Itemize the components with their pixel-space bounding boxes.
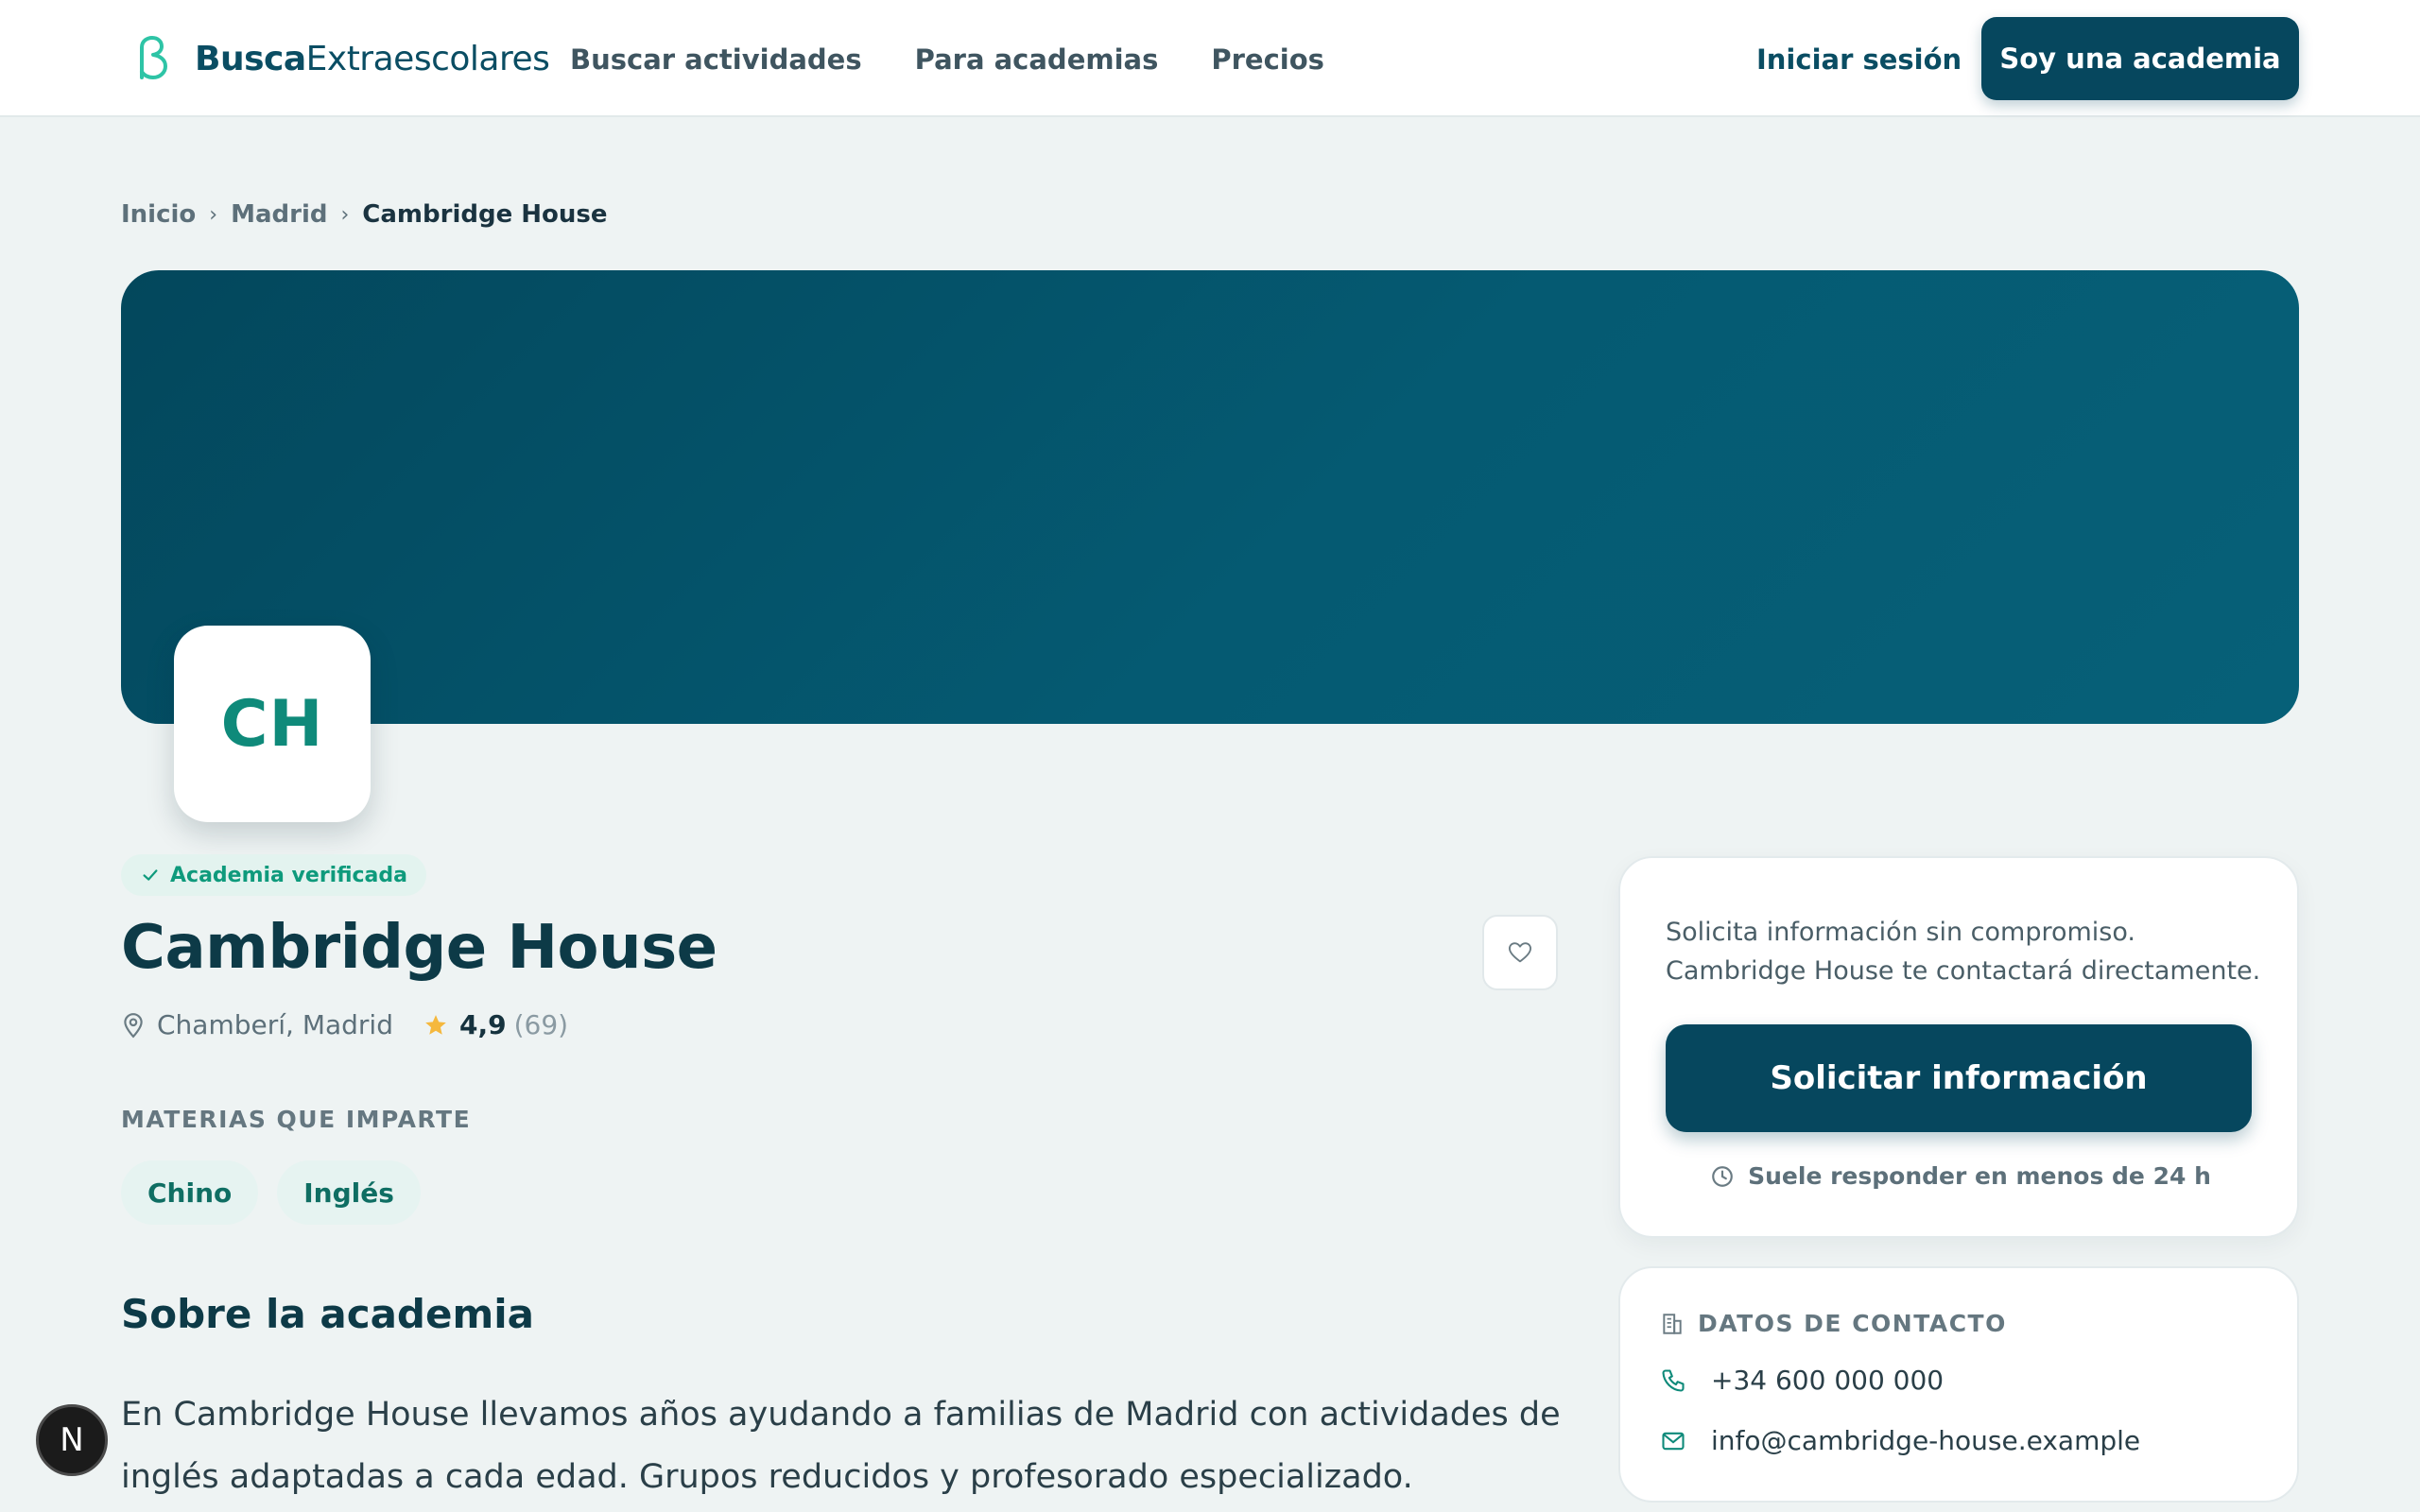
academy-title: Cambridge House	[121, 913, 717, 983]
breadcrumb-madrid[interactable]: Madrid	[231, 200, 327, 229]
contact-email-value: info@cambridge-house.example	[1711, 1425, 2141, 1456]
breadcrumb-current: Cambridge House	[362, 200, 608, 229]
about-heading: Sobre la academia	[121, 1291, 534, 1337]
phone-icon	[1662, 1368, 1685, 1392]
breadcrumb-separator-icon: ›	[209, 202, 218, 227]
academy-meta: Chamberí, Madrid 4,9 (69)	[121, 1009, 568, 1040]
contact-email[interactable]: info@cambridge-house.example	[1660, 1425, 2140, 1456]
contact-title: DATOS DE CONTACTO	[1698, 1310, 2007, 1337]
about-text: En Cambridge House llevamos años ayudand…	[121, 1396, 1561, 1496]
nav-precios[interactable]: Precios	[1211, 43, 1324, 76]
subjects-label: MATERIAS QUE IMPARTE	[121, 1106, 472, 1133]
rating-value: 4,9	[458, 1009, 507, 1040]
dev-tools-badge[interactable]: N	[36, 1404, 108, 1476]
clock-icon	[1712, 1165, 1733, 1187]
subject-chip[interactable]: Chino	[121, 1160, 259, 1225]
academy-avatar: CH	[174, 626, 371, 822]
star-icon	[425, 1014, 446, 1035]
login-link[interactable]: Iniciar sesión	[1756, 43, 1962, 76]
building-icon	[1663, 1313, 1682, 1334]
main-nav: Buscar actividades Para academias Precio…	[570, 43, 1324, 76]
brand-logo[interactable]: BuscaExtraescolares	[130, 36, 550, 81]
contact-card: DATOS DE CONTACTO +34 600 000 000 info@c…	[1618, 1266, 2299, 1503]
request-info-text: Solicita información sin compromiso. Cam…	[1666, 918, 2261, 986]
verified-label: Academia verificada	[170, 863, 407, 887]
academy-location: Chamberí, Madrid	[157, 1009, 393, 1040]
nav-buscar-actividades[interactable]: Buscar actividades	[570, 43, 862, 76]
academy-signup-button[interactable]: Soy una academia	[1981, 17, 2299, 100]
subject-chip[interactable]: Inglés	[277, 1160, 421, 1225]
brand-logo-icon	[140, 36, 167, 79]
location-pin-icon	[124, 1012, 143, 1038]
contact-heading: DATOS DE CONTACTO	[1660, 1310, 2007, 1337]
response-time-note: Suele responder en menos de 24 h	[1620, 1162, 2301, 1190]
request-info-button[interactable]: Solicitar información	[1666, 1024, 2252, 1132]
heart-icon	[1508, 942, 1532, 963]
review-count[interactable]: (69)	[514, 1009, 568, 1040]
favorite-button[interactable]	[1482, 915, 1558, 990]
request-info-card: Solicita información sin compromiso. Cam…	[1618, 856, 2299, 1238]
breadcrumb-inicio[interactable]: Inicio	[121, 200, 196, 229]
check-icon	[143, 869, 158, 881]
nav-para-academias[interactable]: Para academias	[915, 43, 1159, 76]
breadcrumb-separator-icon: ›	[340, 202, 350, 227]
hero-banner	[121, 270, 2299, 724]
top-header: BuscaExtraescolares Buscar actividades P…	[0, 0, 2420, 117]
brand-name: BuscaExtraescolares	[195, 39, 550, 78]
mail-icon	[1662, 1432, 1685, 1450]
contact-phone-value: +34 600 000 000	[1711, 1365, 1945, 1396]
response-time-label: Suele responder en menos de 24 h	[1748, 1162, 2211, 1190]
breadcrumb: Inicio › Madrid › Cambridge House	[121, 200, 608, 229]
verified-badge: Academia verificada	[121, 854, 426, 896]
subjects-list: Chino Inglés	[121, 1160, 421, 1225]
contact-phone[interactable]: +34 600 000 000	[1660, 1365, 1944, 1396]
